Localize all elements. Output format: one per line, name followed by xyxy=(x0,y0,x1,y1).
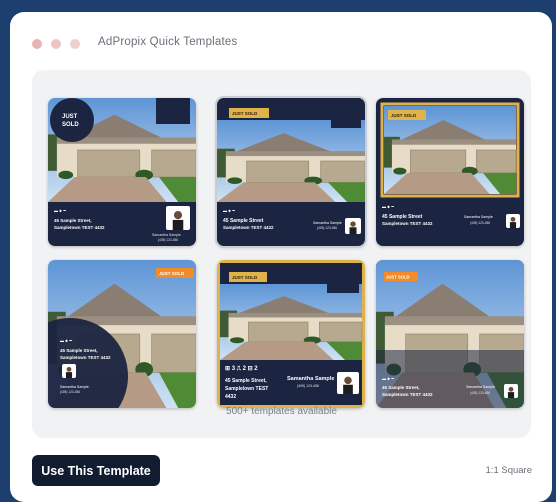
feature-icons: ▬ ⬥ ▭ xyxy=(60,338,72,343)
agent-phone: (405) 123-456 xyxy=(297,384,319,388)
address-line: 45 Sample Street, xyxy=(60,348,98,353)
templates-window: AdPropix Quick Templates JUST SOLD ▬ ⬥ ▭ 45… xyxy=(10,12,552,502)
agent-phone: (405) 123-456 xyxy=(317,226,337,230)
address-line: 45 Sample Street xyxy=(223,218,264,224)
eave xyxy=(384,316,524,326)
window-title: AdPropix Quick Templates xyxy=(98,36,238,48)
agent-phone: (405) 123-456 xyxy=(60,390,80,394)
zoom-window-dot[interactable] xyxy=(70,39,80,49)
agent-name: Samantha Sample xyxy=(287,376,334,382)
feature-icons: ▬ ⬥ ▭ xyxy=(382,376,394,381)
template-card[interactable]: JUST SOLD ▬ ⬥ ▭ 45 Sample Street, Sampletown… xyxy=(48,98,196,246)
address-line: 45 Sample Street, xyxy=(382,385,420,390)
info-bar xyxy=(376,350,524,408)
address-line: Samplelown TEST xyxy=(225,386,268,392)
garage-door xyxy=(410,149,467,174)
template-gallery: JUST SOLD ▬ ⬥ ▭ 45 Sample Street, Sampletown… xyxy=(32,70,531,438)
garage-door xyxy=(77,149,141,178)
title-bar: AdPropix Quick Templates xyxy=(10,12,552,68)
badge-text: JUST SOLD xyxy=(232,111,258,116)
minimize-window-dot[interactable] xyxy=(51,39,61,49)
garage-door xyxy=(248,321,309,343)
badge-text: JUST SOLD xyxy=(159,271,185,276)
logo-box xyxy=(331,98,361,128)
template-card[interactable]: JUST SOLD ⊞ 3 ⎍ 2 ⊟ 2 45 Sample Street, Sam… xyxy=(217,260,365,408)
address-line: Sampletown TEST 4432 xyxy=(382,221,433,226)
address-line: Sampletown TEST 4432 xyxy=(223,225,274,230)
badge-text: JUST SOLD xyxy=(232,275,258,280)
address-line: 45 Sample Street xyxy=(382,214,423,220)
badge-text: JUST xyxy=(62,114,78,120)
logo-box xyxy=(156,98,190,124)
garage-door xyxy=(246,160,310,183)
garage-door xyxy=(476,149,517,174)
badge-text: JUST SOLD xyxy=(386,275,410,280)
shrub xyxy=(227,177,243,184)
address-line: Sampletown TEST 4432 xyxy=(60,355,111,360)
shrub xyxy=(229,337,245,344)
template-card[interactable]: JUST SOLD ▬ ⬥ ▭ 45 Sample Street, Sampletow… xyxy=(48,260,196,408)
eave xyxy=(391,139,516,145)
agent-name: Samantha Sample xyxy=(152,233,181,237)
feature-icons: ▬ ⬥ ▭ xyxy=(223,208,235,213)
badge-text: SOLD xyxy=(62,122,79,128)
template-grid: JUST SOLD ▬ ⬥ ▭ 45 Sample Street, Sampletown… xyxy=(32,70,531,438)
agent-name: Samantha Sample xyxy=(313,221,342,225)
address-line: Sampletown TEST 4432 xyxy=(54,225,105,230)
garage-door xyxy=(151,333,196,373)
garage-door xyxy=(320,160,365,183)
agent-name: Samantha Sample xyxy=(60,385,89,389)
aspect-ratio-label: 1:1 Square xyxy=(485,465,532,476)
agent-phone: (405) 123-456 xyxy=(470,221,490,225)
eave xyxy=(228,312,362,318)
agent-name: Samantha Sample xyxy=(464,215,493,219)
template-card[interactable]: JUST SOLD ▬ ⬥ ▭ 45 Sample Street Sampletown… xyxy=(217,98,365,246)
shrub xyxy=(393,167,407,175)
logo-box xyxy=(327,263,359,293)
close-window-dot[interactable] xyxy=(32,39,42,49)
template-card[interactable]: JUST SOLD ▬ ⬥ ▭ 45 Sample Street, Sampletow… xyxy=(376,260,524,408)
address-line: Sampletown TEST 4432 xyxy=(382,392,433,397)
agent-name: Samantha Sample xyxy=(466,385,495,389)
feature-counts: ⊞ 3 ⎍ 2 ⊟ 2 xyxy=(225,365,258,372)
agent-phone: (405) 123-456 xyxy=(470,391,490,395)
feature-icons: ▬ ⬥ ▭ xyxy=(54,208,66,213)
feature-icons: ▬ ⬥ ▭ xyxy=(382,204,394,209)
address-line: 45 Sample Street, xyxy=(225,378,267,384)
address-line: 45 Sample Street, xyxy=(54,218,92,223)
address-line: 4432 xyxy=(225,394,236,400)
template-count: 500+ templates available xyxy=(226,406,337,417)
shrub xyxy=(58,170,74,180)
eave xyxy=(225,151,365,157)
use-template-button[interactable]: Use This Template xyxy=(32,455,160,486)
badge-circle xyxy=(50,98,94,142)
template-card[interactable]: JUST SOLD ▬ ⬥ ▭ 45 Sample Street Sampletown… xyxy=(376,98,524,246)
agent-phone: (405) 123-456 xyxy=(158,238,178,242)
garage-door xyxy=(151,149,196,178)
garage-door xyxy=(319,321,363,343)
badge-text: JUST SOLD xyxy=(391,113,417,118)
